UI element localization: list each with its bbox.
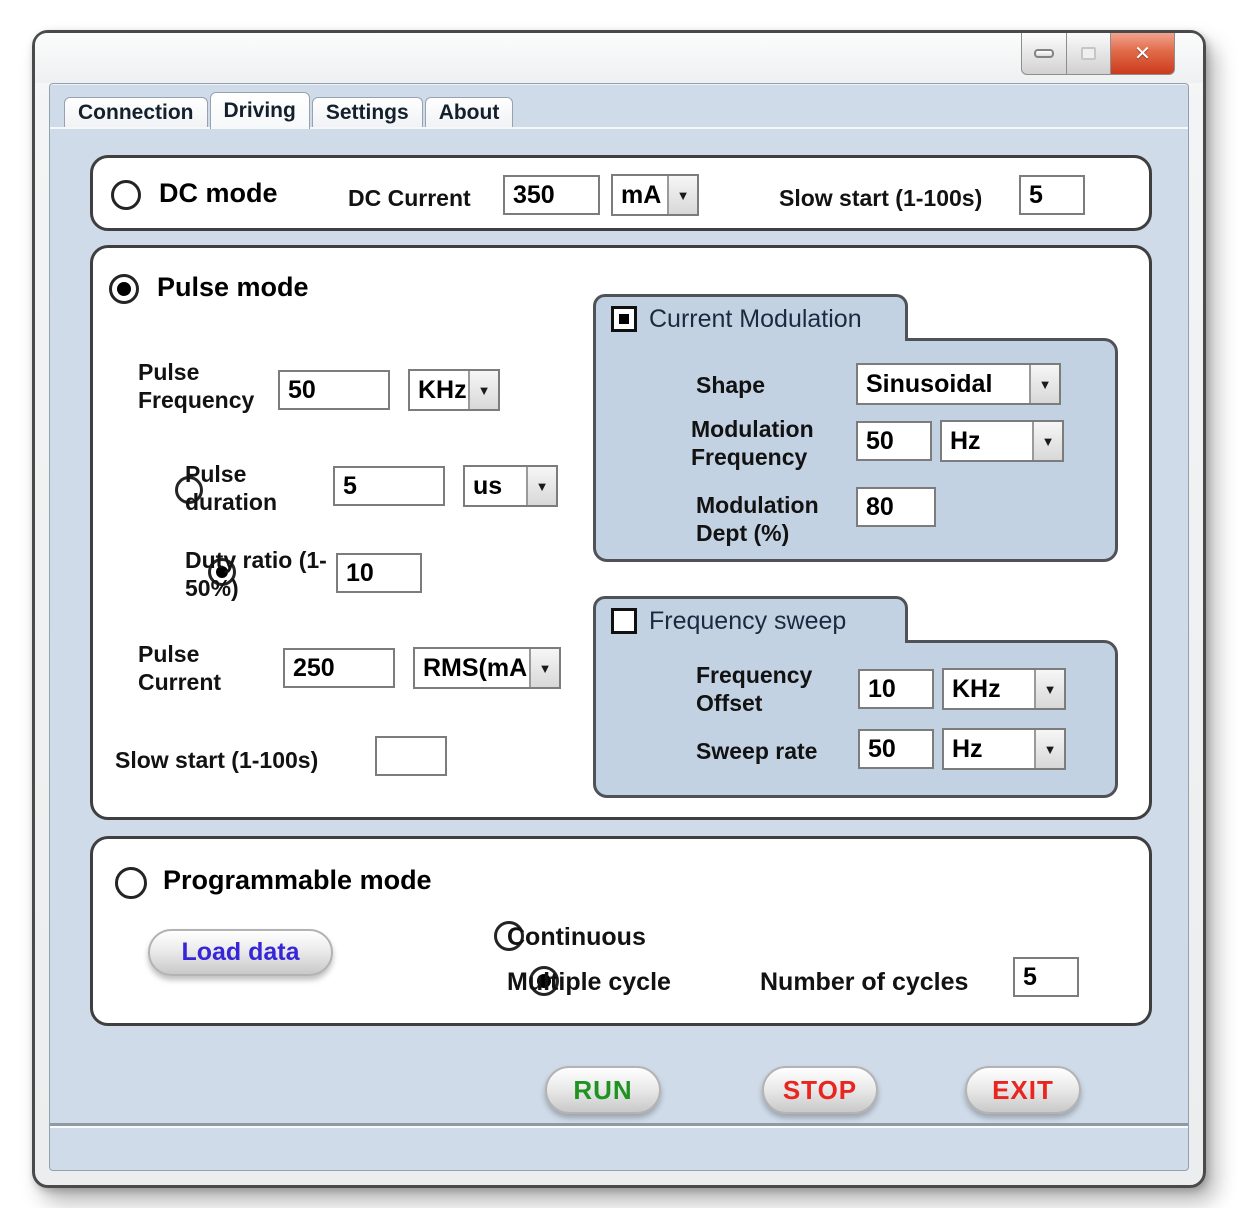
driving-tab-page: DC mode DC Current mA ▼ Slow start (1-10… <box>50 127 1188 1126</box>
tab-connection[interactable]: Connection <box>64 97 208 127</box>
frequency-sweep-body: Frequency Offset KHz ▼ Sweep rate Hz ▼ <box>593 640 1118 798</box>
pulse-slow-start-label: Slow start (1-100s) <box>115 746 318 774</box>
shape-combo[interactable]: Sinusoidal ▼ <box>856 363 1061 405</box>
dc-slow-start-input[interactable] <box>1019 175 1085 215</box>
minimize-button[interactable] <box>1021 33 1067 75</box>
pulse-mode-title: Pulse mode <box>157 272 309 303</box>
pulse-current-label: Pulse Current <box>138 640 253 696</box>
tab-control: Connection Driving Settings About DC mod… <box>49 83 1189 1171</box>
load-data-button[interactable]: Load data <box>148 929 333 976</box>
programmable-mode-radio[interactable] <box>115 867 147 899</box>
dc-current-unit-combo[interactable]: mA ▼ <box>611 174 699 216</box>
continuous-label: Continuous <box>507 922 646 953</box>
run-button[interactable]: RUN <box>545 1066 661 1114</box>
current-modulation-title: Current Modulation <box>649 305 862 334</box>
current-modulation-header: Current Modulation <box>593 294 908 341</box>
window-caption-buttons: ✕ <box>1021 33 1175 75</box>
dropdown-arrow-icon[interactable]: ▼ <box>1032 422 1062 460</box>
tab-driving[interactable]: Driving <box>210 92 310 129</box>
dropdown-arrow-icon[interactable]: ▼ <box>526 467 556 505</box>
pulse-frequency-input[interactable] <box>278 370 390 410</box>
number-of-cycles-label: Number of cycles <box>760 967 968 998</box>
modulation-frequency-input[interactable] <box>856 421 932 461</box>
duty-ratio-label: Duty ratio (1-50%) <box>185 546 330 602</box>
current-modulation-panel: Current Modulation Shape Sinusoidal ▼ Mo… <box>593 294 1118 599</box>
modulation-frequency-label: Modulation Frequency <box>691 415 841 471</box>
frequency-sweep-panel: Frequency sweep Frequency Offset KHz ▼ S… <box>593 596 1118 801</box>
pulse-current-unit-combo[interactable]: RMS(mA ▼ <box>413 647 561 689</box>
programmable-mode-title: Programmable mode <box>163 865 432 896</box>
number-of-cycles-input[interactable] <box>1013 957 1079 997</box>
pulse-mode-radio[interactable] <box>109 274 139 304</box>
maximize-button[interactable] <box>1067 33 1111 75</box>
frequency-sweep-checkbox[interactable] <box>611 608 637 634</box>
shape-label: Shape <box>696 371 765 399</box>
dropdown-arrow-icon[interactable]: ▼ <box>468 371 498 409</box>
tab-settings[interactable]: Settings <box>312 97 423 127</box>
pulse-frequency-label: Pulse Frequency <box>138 358 273 414</box>
programmable-mode-groupbox: Programmable mode Load data Continuous M… <box>90 836 1152 1026</box>
frequency-sweep-title: Frequency sweep <box>649 607 846 636</box>
dc-current-input[interactable] <box>503 175 600 215</box>
sweep-rate-input[interactable] <box>858 729 934 769</box>
tab-about[interactable]: About <box>425 97 514 127</box>
modulation-depth-input[interactable] <box>856 487 936 527</box>
tab-strip: Connection Driving Settings About <box>50 84 1188 127</box>
dc-slow-start-label: Slow start (1-100s) <box>779 184 982 212</box>
minimize-icon <box>1034 49 1054 58</box>
dc-mode-title: DC mode <box>159 178 278 209</box>
sweep-rate-label: Sweep rate <box>696 737 817 765</box>
dropdown-arrow-icon[interactable]: ▼ <box>529 649 559 687</box>
dropdown-arrow-icon[interactable]: ▼ <box>667 176 697 214</box>
pulse-slow-start-input[interactable] <box>375 736 447 776</box>
exit-button[interactable]: EXIT <box>965 1066 1081 1114</box>
frequency-offset-unit-combo[interactable]: KHz ▼ <box>942 668 1066 710</box>
frequency-offset-label: Frequency Offset <box>696 661 846 717</box>
current-modulation-body: Shape Sinusoidal ▼ Modulation Frequency … <box>593 338 1118 562</box>
frequency-offset-input[interactable] <box>858 669 934 709</box>
close-icon: ✕ <box>1134 41 1151 66</box>
close-button[interactable]: ✕ <box>1111 33 1175 75</box>
app-window: ✕ Connection Driving Settings About DC m… <box>32 30 1206 1188</box>
frequency-sweep-header: Frequency sweep <box>593 596 908 643</box>
modulation-depth-label: Modulation Dept (%) <box>696 491 856 547</box>
pulse-current-input[interactable] <box>283 648 395 688</box>
dc-current-label: DC Current <box>348 184 471 212</box>
pulse-duration-input[interactable] <box>333 466 445 506</box>
stop-button[interactable]: STOP <box>762 1066 878 1114</box>
modulation-frequency-unit-combo[interactable]: Hz ▼ <box>940 420 1064 462</box>
pulse-mode-groupbox: Pulse mode Pulse Frequency KHz ▼ Pulse d… <box>90 245 1152 820</box>
dropdown-arrow-icon[interactable]: ▼ <box>1034 730 1064 768</box>
duty-ratio-input[interactable] <box>336 553 422 593</box>
dropdown-arrow-icon[interactable]: ▼ <box>1034 670 1064 708</box>
dc-mode-radio[interactable] <box>111 180 141 210</box>
action-button-row: RUN STOP EXIT <box>90 1066 1152 1116</box>
pulse-duration-unit-combo[interactable]: us ▼ <box>463 465 558 507</box>
multiple-cycle-label: Multiple cycle <box>507 967 671 998</box>
dc-mode-groupbox: DC mode DC Current mA ▼ Slow start (1-10… <box>90 155 1152 231</box>
pulse-duration-label: Pulse duration <box>185 460 300 516</box>
dropdown-arrow-icon[interactable]: ▼ <box>1029 365 1059 403</box>
current-modulation-checkbox[interactable] <box>611 306 637 332</box>
pulse-frequency-unit-combo[interactable]: KHz ▼ <box>408 369 500 411</box>
sweep-rate-unit-combo[interactable]: Hz ▼ <box>942 728 1066 770</box>
maximize-icon <box>1081 47 1096 60</box>
